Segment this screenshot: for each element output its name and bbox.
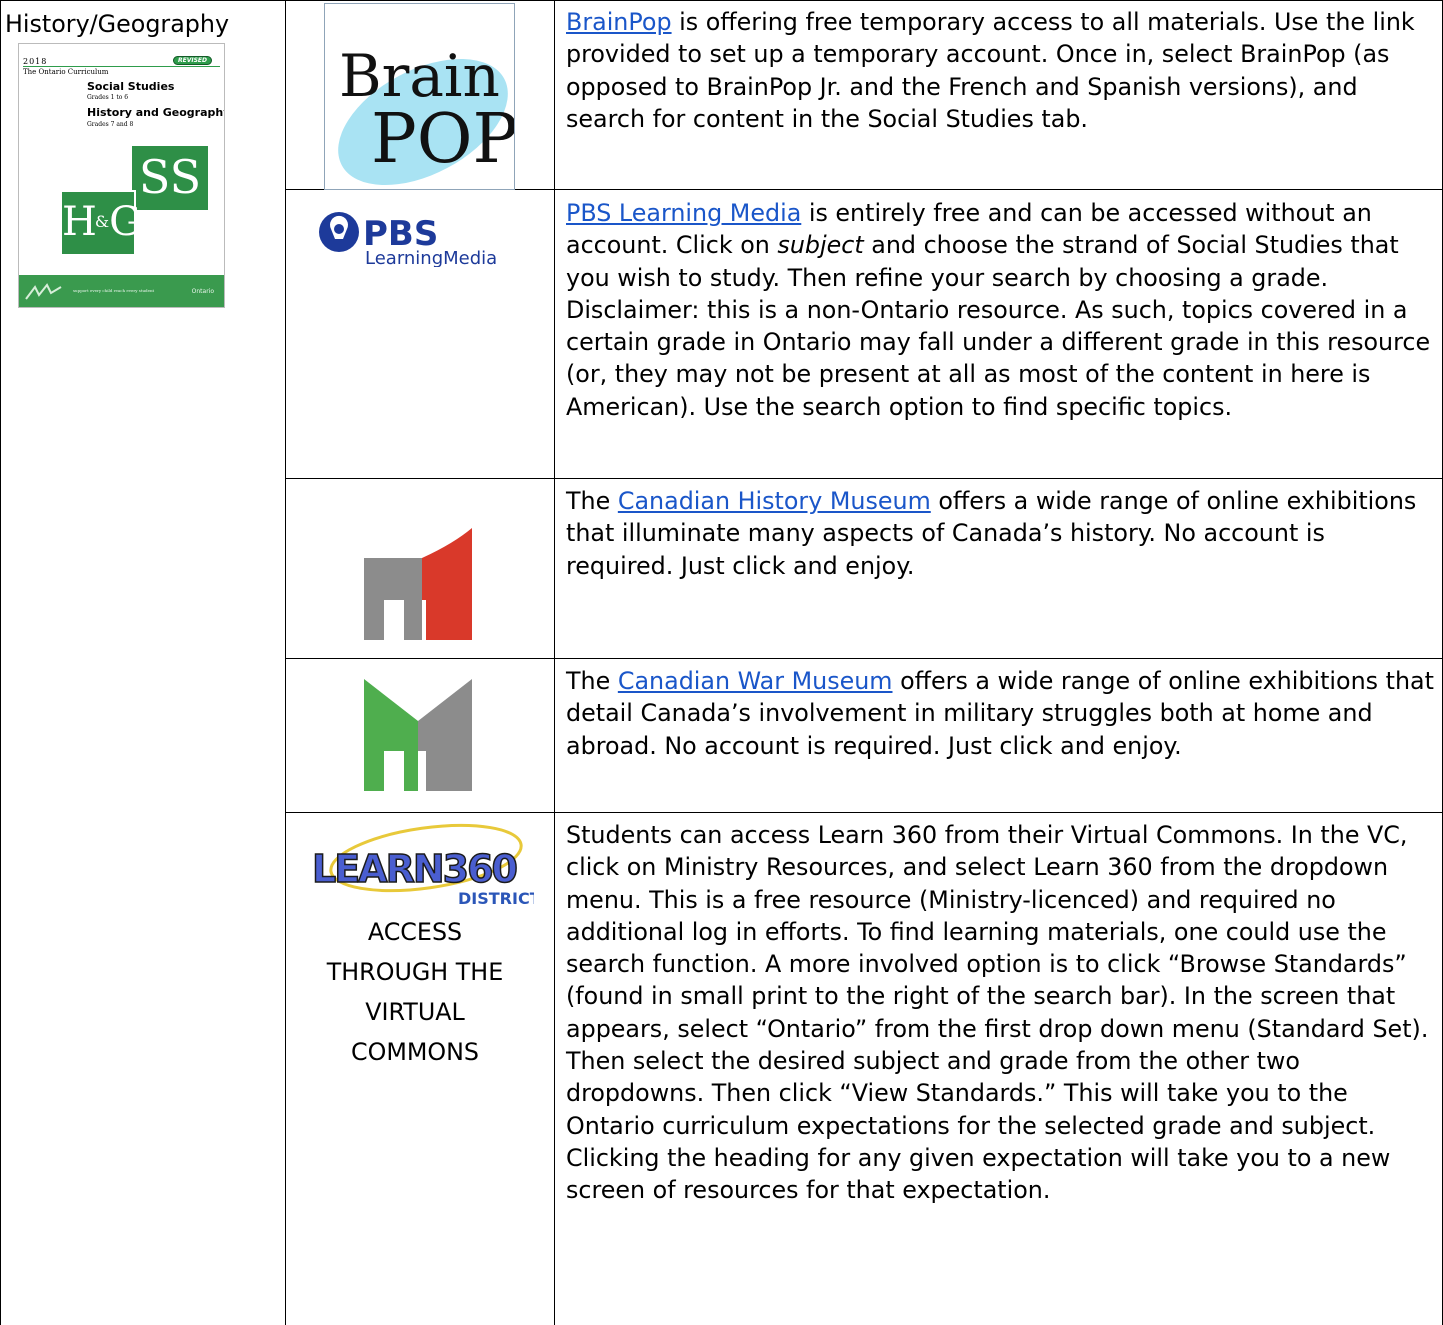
cover-footer-ontario: Ontario <box>191 288 214 295</box>
war-museum-link[interactable]: Canadian War Museum <box>618 667 893 695</box>
cover-grades-2: Grades 7 and 8 <box>87 121 134 128</box>
curriculum-cover-image: 2018 REVISED The Ontario Curriculum Soci… <box>18 43 225 308</box>
brainpop-logo-line2: POP <box>371 100 514 179</box>
war-museum-description: The Canadian War Museum offers a wide ra… <box>566 667 1434 760</box>
row-divider-4 <box>285 812 1443 813</box>
pbs-learningmedia-logo: PBS LearningMedia <box>319 212 497 267</box>
pbs-link[interactable]: PBS Learning Media <box>566 199 801 227</box>
history-museum-description: The Canadian History Museum offers a wid… <box>566 487 1417 580</box>
brainpop-description: BrainPop is offering free temporary acce… <box>566 8 1415 133</box>
history-museum-logo <box>364 528 472 640</box>
row-divider-3 <box>285 658 1443 659</box>
column-divider-1 <box>285 0 286 1325</box>
cover-revised-badge: REVISED <box>173 56 212 65</box>
column-divider-2 <box>554 0 555 1325</box>
subject-label: History/Geography <box>5 10 230 38</box>
row-divider-2 <box>285 478 1443 479</box>
brainpop-logo: Brain POP <box>324 3 515 190</box>
war-museum-logo <box>364 679 472 791</box>
brainpop-link[interactable]: BrainPop <box>566 8 672 36</box>
learn360-logo-main: LEARN360 <box>312 847 517 891</box>
virtual-commons-access-note: ACCESS THROUGH THE VIRTUAL COMMONS <box>300 912 530 1072</box>
access-line-4: COMMONS <box>350 1038 480 1066</box>
history-museum-link[interactable]: Canadian History Museum <box>618 487 931 515</box>
table-border-left <box>0 0 1 1325</box>
pbs-description: PBS Learning Media is entirely free and … <box>566 199 1431 421</box>
cover-title-2: History and Geography <box>87 106 225 119</box>
cover-grades-1: Grades 1 to 6 <box>87 94 129 101</box>
cover-rule <box>23 66 220 67</box>
access-line-2: THROUGH THE <box>326 958 504 986</box>
learn360-logo-sub: DISTRICT <box>458 889 534 908</box>
cover-hg-mark: H&G <box>60 190 141 256</box>
learn360-logo: LEARN360 DISTRICT <box>311 823 534 908</box>
cover-ss-mark: SS <box>130 144 210 212</box>
cover-brush-icon <box>25 283 62 300</box>
table-border-top <box>0 0 1443 1</box>
access-line-1: ACCESS <box>367 918 463 946</box>
cover-footer-slogan: support every child reach every student <box>73 288 155 293</box>
cover-title-1: Social Studies <box>87 80 175 93</box>
access-line-3: VIRTUAL <box>365 998 465 1026</box>
cover-year: 2018 <box>23 57 48 66</box>
pbs-logo-sub: LearningMedia <box>365 248 497 267</box>
cover-series: The Ontario Curriculum <box>23 68 109 76</box>
learn360-description: Students can access Learn 360 from their… <box>566 821 1429 1205</box>
